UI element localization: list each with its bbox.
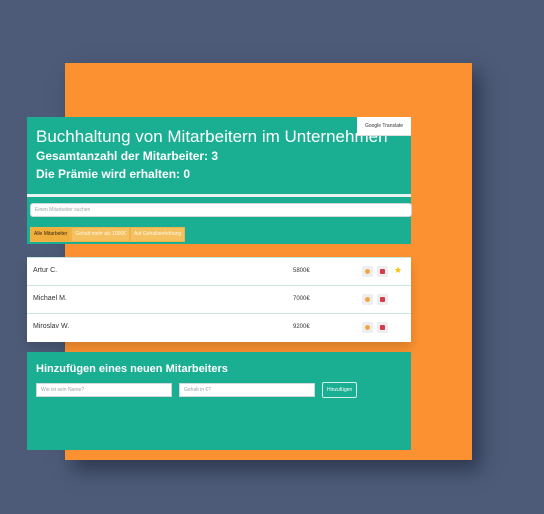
employee-salary: 5800€ <box>293 268 310 274</box>
add-employee-title: Hinzufügen eines neuen Mitarbeiters <box>36 363 228 375</box>
filter-button-group: Alle Mitarbeiter Gehalt mehr als 1000€ A… <box>30 227 186 242</box>
cookie-icon[interactable] <box>362 322 373 333</box>
filter-raise-button[interactable]: Auf Gehaltserhöhung <box>129 227 186 242</box>
bonus-count: Die Prämie wird erhalten: 0 <box>36 167 191 181</box>
employee-name: Miroslav W. <box>33 323 70 330</box>
cookie-icon[interactable] <box>362 294 373 305</box>
employee-row: Miroslav W. 9200€ <box>27 313 411 341</box>
employee-name: Artur C. <box>33 267 58 274</box>
add-employee-panel: Hinzufügen eines neuen Mitarbeiters Wie … <box>27 352 411 450</box>
employee-salary: 9200€ <box>293 324 310 330</box>
employee-name: Michael M. <box>33 295 67 302</box>
new-employee-salary-input[interactable]: Gehalt in €? <box>179 383 315 397</box>
employee-row: Artur C. 5800€ ★ <box>27 257 411 285</box>
filter-salary-button[interactable]: Gehalt mehr als 1000€ <box>71 227 130 242</box>
employee-search-input[interactable]: Einen Mitarbeiter suchen <box>30 203 412 217</box>
google-translate-badge[interactable]: Google Translate <box>357 117 411 136</box>
employee-app: Buchhaltung von Mitarbeitern im Unterneh… <box>27 117 412 450</box>
app-header: Buchhaltung von Mitarbeitern im Unterneh… <box>27 117 411 194</box>
page-title: Buchhaltung von Mitarbeitern im Unterneh… <box>36 127 388 146</box>
cookie-icon[interactable] <box>362 266 373 277</box>
trash-icon[interactable] <box>377 294 388 305</box>
employee-count: Gesamtanzahl der Mitarbeiter: 3 <box>36 149 219 163</box>
employee-salary: 7000€ <box>293 296 310 302</box>
trash-icon[interactable] <box>377 266 388 277</box>
add-employee-button[interactable]: Hinzufügen <box>322 382 358 398</box>
star-icon: ★ <box>394 265 403 275</box>
new-employee-name-input[interactable]: Wie ist sein Name? <box>36 383 172 397</box>
filter-all-button[interactable]: Alle Mitarbeiter <box>30 227 72 242</box>
trash-icon[interactable] <box>377 322 388 333</box>
employee-row: Michael M. 7000€ <box>27 285 411 313</box>
employee-list: Artur C. 5800€ ★ Michael M. 7000€ Mirosl… <box>27 257 411 342</box>
